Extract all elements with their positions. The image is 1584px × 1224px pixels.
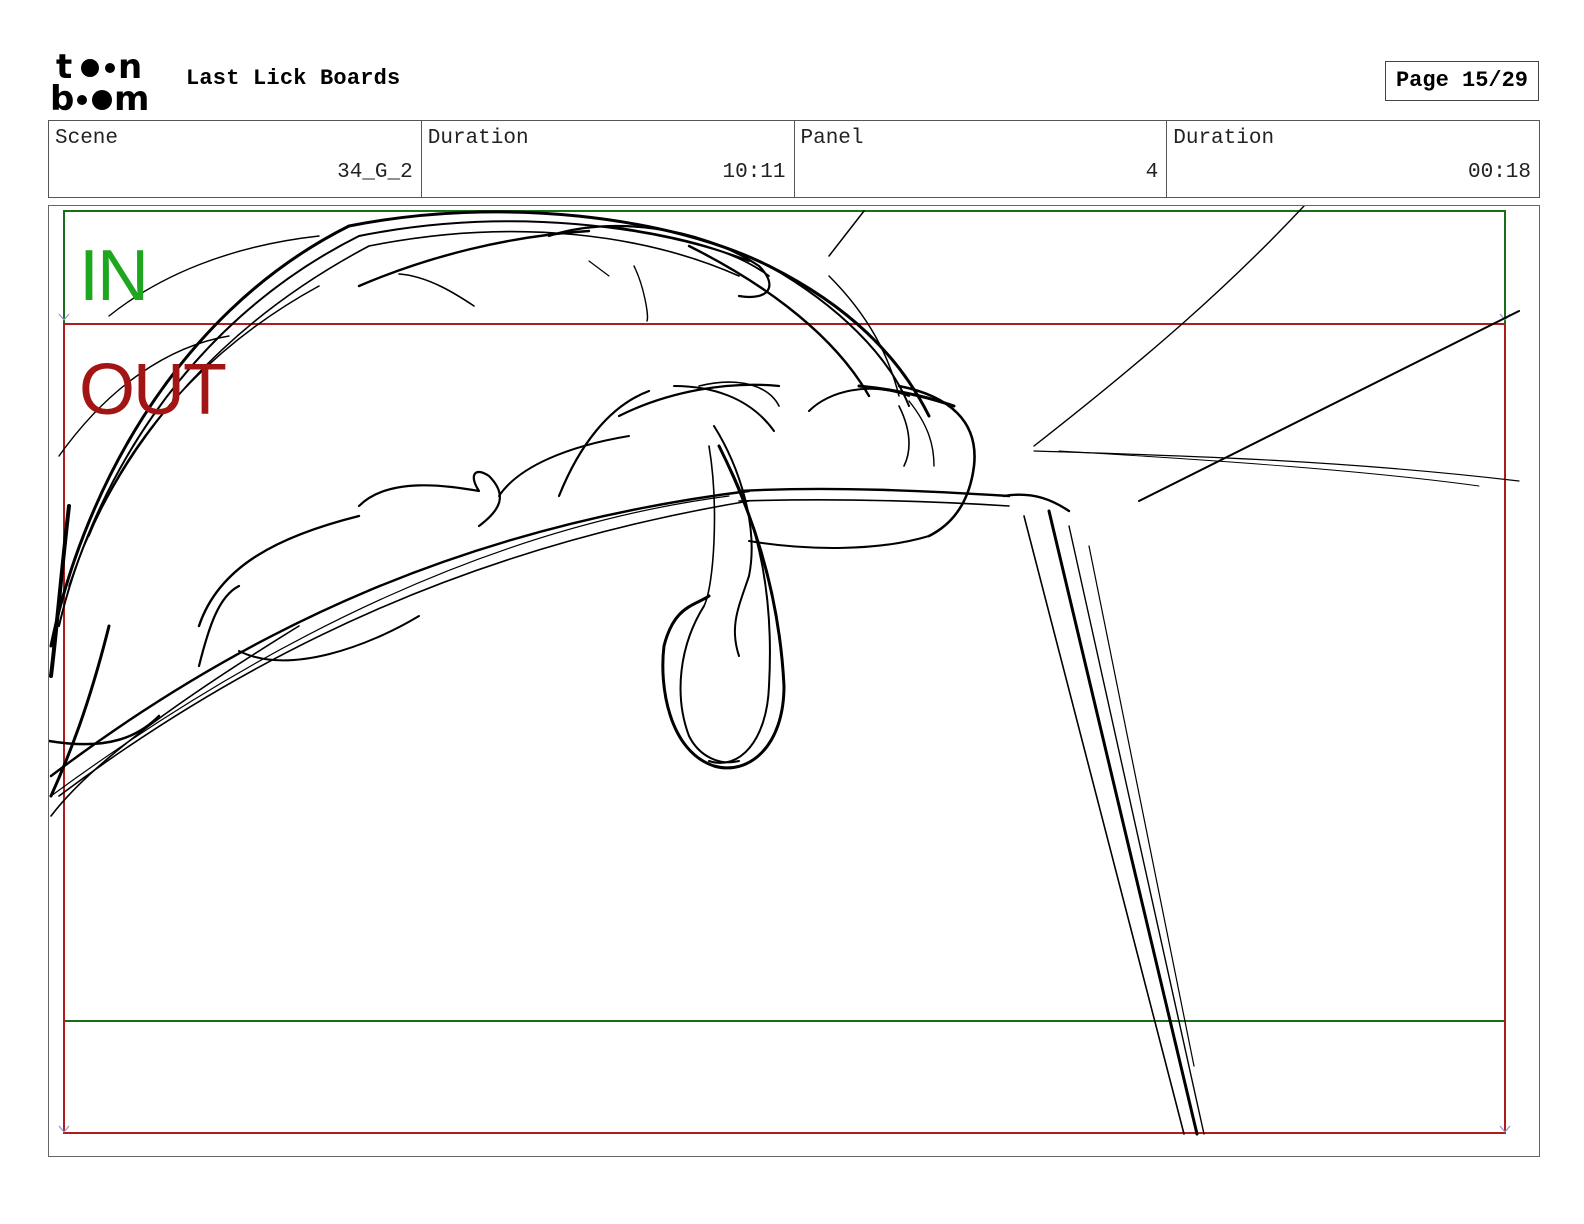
in-camera-frame: [63, 210, 1506, 1022]
scene-info-table: Scene 34_G_2 Duration 10:11 Panel 4 Dura…: [48, 120, 1540, 198]
svg-text:b: b: [50, 79, 74, 114]
storyboard-panel: IN OUT: [48, 205, 1540, 1157]
panel-duration-cell: Duration 00:18: [1167, 121, 1539, 197]
in-frame-label: IN: [79, 236, 149, 316]
scene-cell: Scene 34_G_2: [49, 121, 422, 197]
out-frame-label: OUT: [79, 350, 227, 430]
panel-cell: Panel 4: [795, 121, 1168, 197]
scene-value: 34_G_2: [337, 161, 413, 184]
svg-text:m: m: [114, 79, 149, 114]
scene-duration-cell: Duration 10:11: [422, 121, 795, 197]
panel-duration-label: Duration: [1173, 127, 1275, 150]
scene-duration-value: 10:11: [722, 161, 786, 184]
out-camera-frame: [63, 323, 1506, 1134]
panel-value: 4: [1145, 161, 1159, 184]
panel-label: Panel: [800, 127, 864, 150]
document-title: Last Lick Boards: [186, 66, 401, 91]
frame-corner-ticks: [58, 313, 1511, 1133]
scene-label: Scene: [55, 127, 119, 150]
sketch-lines: [49, 206, 1520, 1136]
page-number: Page 15/29: [1385, 61, 1539, 101]
panel-duration-value: 00:18: [1467, 161, 1531, 184]
panel-sketch: [49, 206, 1520, 1136]
scene-duration-label: Duration: [427, 127, 529, 150]
toon-boom-logo: t n b m: [50, 50, 149, 114]
